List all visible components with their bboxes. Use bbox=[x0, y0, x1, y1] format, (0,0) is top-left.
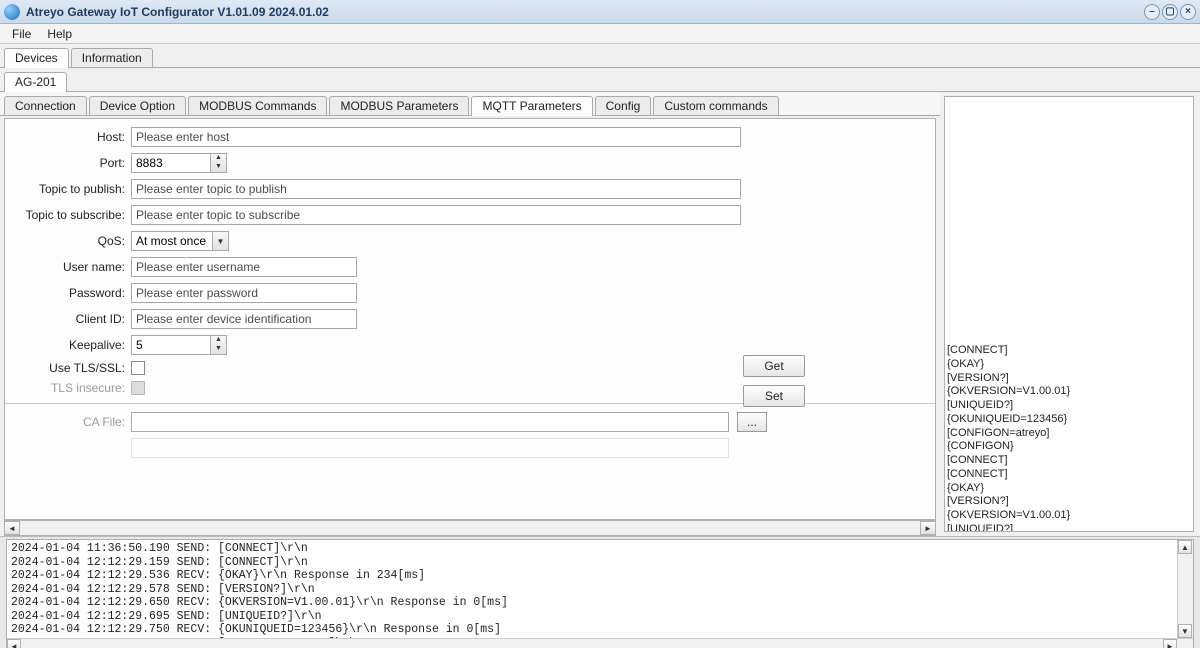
port-label: Port: bbox=[19, 156, 131, 170]
set-button[interactable]: Set bbox=[743, 385, 805, 407]
title-bar: Atreyo Gateway IoT Configurator V1.01.09… bbox=[0, 0, 1200, 24]
tab-mqtt-parameters[interactable]: MQTT Parameters bbox=[471, 96, 592, 115]
get-set-column: Get Set bbox=[743, 355, 805, 407]
console-output[interactable]: 2024-01-04 11:36:50.190 SEND: [CONNECT]\… bbox=[7, 540, 1177, 638]
username-input[interactable] bbox=[131, 257, 357, 277]
event-log-text: [CONNECT] {OKAY} [VERSION?] {OKVERSION=V… bbox=[947, 344, 1191, 532]
tab-device-option[interactable]: Device Option bbox=[89, 96, 186, 115]
host-input[interactable] bbox=[131, 127, 741, 147]
tls-insecure-checkbox bbox=[131, 381, 145, 395]
keepalive-spinner[interactable]: ▲▼ bbox=[211, 335, 227, 355]
window-title: Atreyo Gateway IoT Configurator V1.01.09… bbox=[26, 5, 1142, 19]
scroll-right-icon[interactable]: ► bbox=[920, 521, 936, 535]
password-input[interactable] bbox=[131, 283, 357, 303]
scroll-left-icon[interactable]: ◄ bbox=[4, 521, 20, 535]
port-input[interactable] bbox=[131, 153, 211, 173]
menu-file[interactable]: File bbox=[4, 27, 39, 41]
scroll-left-icon[interactable]: ◄ bbox=[7, 639, 21, 648]
use-tls-label: Use TLS/SSL: bbox=[19, 361, 131, 375]
tls-insecure-label: TLS insecure: bbox=[19, 381, 131, 395]
keepalive-input[interactable] bbox=[131, 335, 211, 355]
qos-dropdown-icon[interactable]: ▼ bbox=[213, 231, 229, 251]
tab-ag-201[interactable]: AG-201 bbox=[4, 72, 67, 91]
tab-devices[interactable]: Devices bbox=[4, 48, 69, 67]
outer-tabstrip: Devices Information bbox=[0, 44, 1200, 68]
scroll-right-icon[interactable]: ► bbox=[1163, 639, 1177, 648]
scroll-up-icon[interactable]: ▲ bbox=[1178, 540, 1192, 554]
client-id-input[interactable] bbox=[131, 309, 357, 329]
ca-file-input[interactable] bbox=[131, 412, 729, 432]
param-scroll[interactable]: Host: Port: ▲▼ Topic to publish: Topic t… bbox=[4, 118, 936, 520]
topic-subscribe-input[interactable] bbox=[131, 205, 741, 225]
username-label: User name: bbox=[19, 260, 131, 274]
use-tls-checkbox[interactable] bbox=[131, 361, 145, 375]
tab-connection[interactable]: Connection bbox=[4, 96, 87, 115]
event-log-panel[interactable]: [CONNECT] {OKAY} [VERSION?] {OKVERSION=V… bbox=[944, 96, 1194, 532]
left-pane: Connection Device Option MODBUS Commands… bbox=[0, 92, 940, 536]
password-label: Password: bbox=[19, 286, 131, 300]
param-panel: Host: Port: ▲▼ Topic to publish: Topic t… bbox=[4, 118, 936, 520]
client-id-label: Client ID: bbox=[19, 312, 131, 326]
menu-help[interactable]: Help bbox=[39, 27, 80, 41]
console-hscrollbar[interactable]: ◄ ► bbox=[7, 638, 1193, 648]
qos-label: QoS: bbox=[19, 234, 131, 248]
tab-information[interactable]: Information bbox=[71, 48, 153, 67]
ca-file-browse-button[interactable]: ... bbox=[737, 412, 767, 432]
menu-bar: File Help bbox=[0, 24, 1200, 44]
tab-modbus-commands[interactable]: MODBUS Commands bbox=[188, 96, 327, 115]
tab-custom-commands[interactable]: Custom commands bbox=[653, 96, 778, 115]
param-tabstrip: Connection Device Option MODBUS Commands… bbox=[0, 92, 940, 116]
form-hscrollbar[interactable]: ◄ ► bbox=[4, 520, 936, 536]
get-button[interactable]: Get bbox=[743, 355, 805, 377]
ca-file-label: CA File: bbox=[19, 415, 131, 429]
main-area: Connection Device Option MODBUS Commands… bbox=[0, 92, 1200, 537]
scroll-down-icon[interactable]: ▼ bbox=[1178, 624, 1192, 638]
app-logo-icon bbox=[4, 4, 20, 20]
topic-subscribe-label: Topic to subscribe: bbox=[19, 208, 131, 222]
console-vscrollbar[interactable]: ▲ ▼ bbox=[1177, 540, 1193, 638]
tab-modbus-parameters[interactable]: MODBUS Parameters bbox=[329, 96, 469, 115]
tab-config[interactable]: Config bbox=[595, 96, 652, 115]
host-label: Host: bbox=[19, 130, 131, 144]
device-tabstrip: AG-201 bbox=[0, 68, 1200, 92]
topic-publish-label: Topic to publish: bbox=[19, 182, 131, 196]
close-button[interactable]: × bbox=[1180, 4, 1196, 20]
qos-select[interactable] bbox=[131, 231, 213, 251]
console-panel: 2024-01-04 11:36:50.190 SEND: [CONNECT]\… bbox=[6, 539, 1194, 648]
keepalive-label: Keepalive: bbox=[19, 338, 131, 352]
extra-input[interactable] bbox=[131, 438, 729, 458]
topic-publish-input[interactable] bbox=[131, 179, 741, 199]
maximize-button[interactable]: ▢ bbox=[1162, 4, 1178, 20]
minimize-button[interactable]: – bbox=[1144, 4, 1160, 20]
port-spinner[interactable]: ▲▼ bbox=[211, 153, 227, 173]
